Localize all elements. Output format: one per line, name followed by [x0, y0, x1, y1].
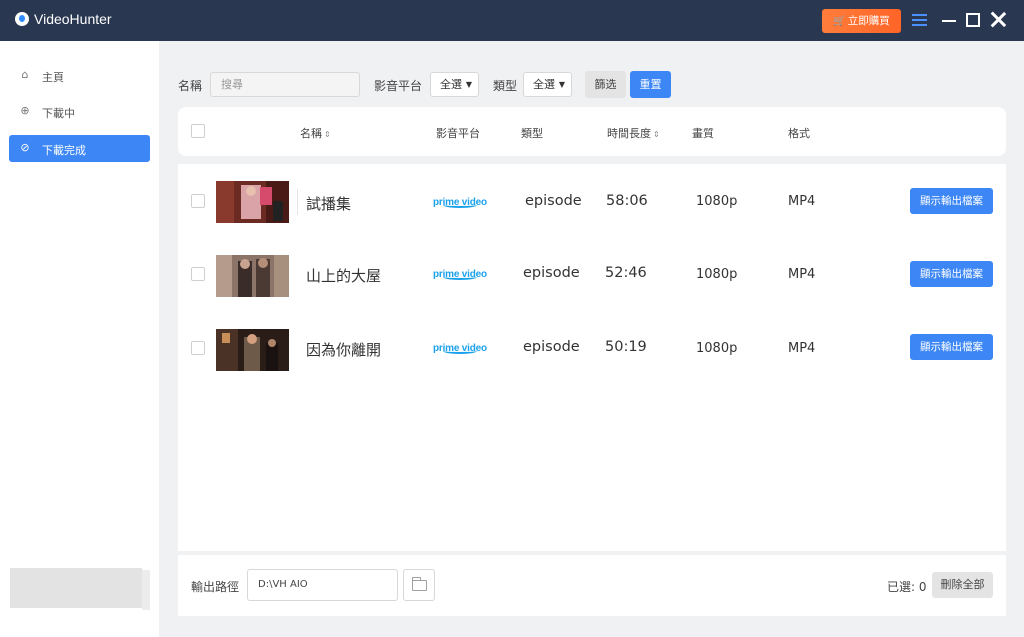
video-duration: 50:19	[605, 339, 647, 355]
video-thumbnail	[216, 181, 289, 223]
header-quality: 畫質	[692, 127, 714, 140]
show-output-file-button[interactable]: 顯示輸出檔案	[910, 188, 993, 214]
home-icon: ⌂	[21, 68, 29, 81]
app-title: VideoHunter	[34, 11, 112, 27]
show-output-file-button[interactable]: 顯示輸出檔案	[910, 261, 993, 287]
folder-icon	[411, 577, 427, 591]
prime-video-logo-icon: prime video	[433, 336, 493, 356]
platform-filter-label: 影音平台	[374, 79, 423, 93]
platform-select-value: 全選	[440, 78, 462, 91]
sidebar: ⌂ 主頁 ⊕ 下載中 ⊘ 下載完成	[0, 41, 159, 637]
footer-bar: 輸出路徑 D:\VH AIO 已選: 0 刪除全部	[178, 555, 1006, 616]
video-quality: 1080p	[696, 341, 738, 356]
sidebar-item-label: 下載中	[42, 107, 75, 120]
cart-icon: 🛒	[833, 16, 846, 27]
table-row: 因為你離開 prime video episode 50:19 1080p MP…	[178, 318, 1006, 378]
video-type: episode	[523, 265, 580, 281]
table-row: 山上的大屋 prime video episode 52:46 1080p MP…	[178, 244, 1006, 304]
row-checkbox[interactable]	[191, 341, 205, 355]
table-row: 試播集 prime video episode 58:06 1080p MP4 …	[178, 171, 1006, 231]
minimize-icon[interactable]	[942, 20, 956, 22]
video-quality: 1080p	[696, 267, 738, 282]
header-duration[interactable]: 時間長度 ⇕	[607, 125, 660, 141]
video-title: 山上的大屋	[306, 267, 382, 285]
table-body: 試播集 prime video episode 58:06 1080p MP4 …	[178, 164, 1006, 551]
header-format: 格式	[788, 127, 810, 140]
sidebar-item-home[interactable]: ⌂ 主頁	[9, 62, 150, 89]
header-type: 類型	[521, 127, 543, 140]
output-path-label: 輸出路徑	[191, 580, 240, 594]
type-select[interactable]: 全選 ▼	[523, 72, 572, 97]
video-title: 試播集	[306, 195, 352, 213]
header-name[interactable]: 名稱 ⇕	[300, 125, 331, 141]
close-icon[interactable]	[990, 11, 1007, 28]
sidebar-item-label: 主頁	[42, 71, 64, 84]
video-thumbnail	[216, 329, 289, 371]
prime-video-logo-icon: prime video	[433, 262, 493, 282]
sidebar-bottom-shadow	[142, 570, 150, 610]
menu-icon[interactable]	[912, 14, 927, 26]
reset-button[interactable]: 重置	[630, 71, 671, 98]
download-icon: ⊕	[20, 104, 30, 117]
header-platform: 影音平台	[436, 127, 480, 140]
video-format: MP4	[788, 267, 816, 282]
table-header: 名稱 ⇕ 影音平台 類型 時間長度 ⇕ 畫質 格式	[178, 107, 1006, 156]
sort-icon: ⇕	[653, 130, 660, 139]
video-quality: 1080p	[696, 194, 738, 209]
chevron-down-icon: ▼	[558, 80, 565, 89]
delete-all-button[interactable]: 刪除全部	[932, 572, 993, 598]
video-format: MP4	[788, 341, 816, 356]
type-filter-label: 類型	[493, 79, 518, 93]
app-logo-icon	[15, 12, 29, 26]
filter-button[interactable]: 篩选	[585, 71, 626, 98]
sort-icon: ⇕	[324, 130, 331, 139]
video-thumbnail	[216, 255, 289, 297]
title-bar: VideoHunter 🛒 立即購買	[0, 0, 1024, 41]
row-checkbox[interactable]	[191, 194, 205, 208]
video-duration: 58:06	[606, 193, 648, 209]
sidebar-bottom-panel	[10, 568, 142, 608]
platform-select[interactable]: 全選 ▼	[430, 72, 479, 97]
video-type: episode	[523, 339, 580, 355]
row-checkbox[interactable]	[191, 267, 205, 281]
video-format: MP4	[788, 194, 816, 209]
show-output-file-button[interactable]: 顯示輸出檔案	[910, 334, 993, 360]
video-title: 因為你離開	[306, 341, 382, 359]
type-select-value: 全選	[533, 78, 555, 91]
sidebar-item-downloaded[interactable]: ⊘ 下載完成	[9, 135, 150, 162]
sidebar-item-downloading[interactable]: ⊕ 下載中	[9, 98, 150, 125]
buy-now-button[interactable]: 🛒 立即購買	[822, 9, 901, 33]
sidebar-item-label: 下載完成	[42, 144, 86, 157]
video-duration: 52:46	[605, 265, 647, 281]
chevron-down-icon: ▼	[465, 80, 472, 89]
prime-video-logo-icon: prime video	[433, 190, 493, 210]
output-path-field[interactable]: D:\VH AIO	[247, 569, 398, 601]
video-type: episode	[525, 193, 582, 209]
maximize-icon[interactable]	[966, 13, 980, 27]
name-filter-label: 名稱	[178, 79, 203, 93]
browse-folder-button[interactable]	[403, 569, 435, 601]
buy-now-label: 立即購買	[847, 15, 890, 27]
select-all-checkbox[interactable]	[191, 124, 205, 138]
check-circle-icon: ⊘	[20, 141, 30, 154]
search-input[interactable]	[210, 72, 360, 97]
selected-count: 已選: 0	[887, 580, 927, 594]
